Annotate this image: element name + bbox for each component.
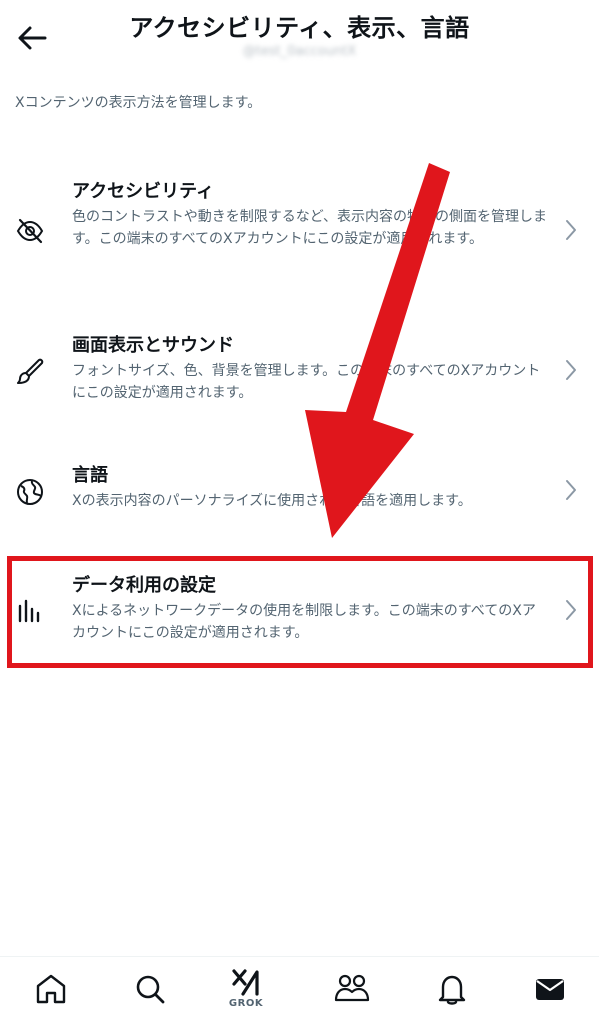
- item-subtitle: 色のコントラストや動きを制限するなど、表示内容の特定の側面を管理します。この端末…: [72, 209, 548, 247]
- settings-item-accessibility[interactable]: アクセシビリティ 色のコントラストや動きを制限するなど、表示内容の特定の側面を管…: [0, 180, 599, 290]
- item-title: データ利用の設定: [72, 575, 216, 596]
- nav-search-button[interactable]: [128, 971, 172, 1015]
- chevron-right-icon: [563, 218, 579, 242]
- search-icon: [136, 975, 165, 1004]
- settings-item-display[interactable]: 画面表示とサウンド フォントサイズ、色、背景を管理します。この端末のすべてのXア…: [0, 334, 599, 414]
- home-icon: [36, 974, 66, 1004]
- item-title: 言語: [72, 465, 108, 486]
- chevron-right-icon: [563, 358, 579, 382]
- nav-grok-button[interactable]: GROK: [224, 967, 268, 1011]
- bottom-navigation: GROK: [0, 956, 599, 1024]
- mail-icon: [536, 979, 564, 1000]
- nav-messages-button[interactable]: [528, 971, 572, 1015]
- item-subtitle: Xによるネットワークデータの使用を制限します。この端末のすべてのXアカウントにこ…: [72, 603, 536, 641]
- nav-home-button[interactable]: [29, 971, 73, 1015]
- header: アクセシビリティ、表示、言語 @test_0accountX: [0, 0, 599, 80]
- settings-item-data-usage[interactable]: データ利用の設定 Xによるネットワークデータの使用を制限します。この端末のすべて…: [0, 574, 599, 654]
- communities-icon: [334, 974, 370, 1002]
- brush-icon: [15, 356, 45, 386]
- grok-label: GROK: [228, 998, 264, 1009]
- globe-icon: [15, 477, 45, 507]
- bar-chart-icon: [15, 596, 45, 626]
- chevron-right-icon: [563, 478, 579, 502]
- item-subtitle: フォントサイズ、色、背景を管理します。この端末のすべてのXアカウントにこの設定が…: [72, 363, 541, 401]
- chevron-right-icon: [563, 598, 579, 622]
- page-title: アクセシビリティ、表示、言語: [129, 14, 470, 42]
- nav-notifications-button[interactable]: [430, 971, 474, 1015]
- item-subtitle: Xの表示内容のパーソナライズに使用される言語を適用します。: [72, 493, 472, 509]
- bell-icon: [438, 975, 466, 1005]
- nav-communities-button[interactable]: [330, 971, 374, 1015]
- grok-icon: [232, 969, 259, 996]
- item-title: 画面表示とサウンド: [72, 335, 234, 356]
- settings-item-language[interactable]: 言語 Xの表示内容のパーソナライズに使用される言語を適用します。: [0, 464, 599, 534]
- item-title: アクセシビリティ: [72, 181, 215, 202]
- page-description: Xコンテンツの表示方法を管理します。: [15, 95, 262, 111]
- eye-slash-icon: [15, 216, 45, 246]
- account-handle: @test_0accountX: [242, 44, 357, 59]
